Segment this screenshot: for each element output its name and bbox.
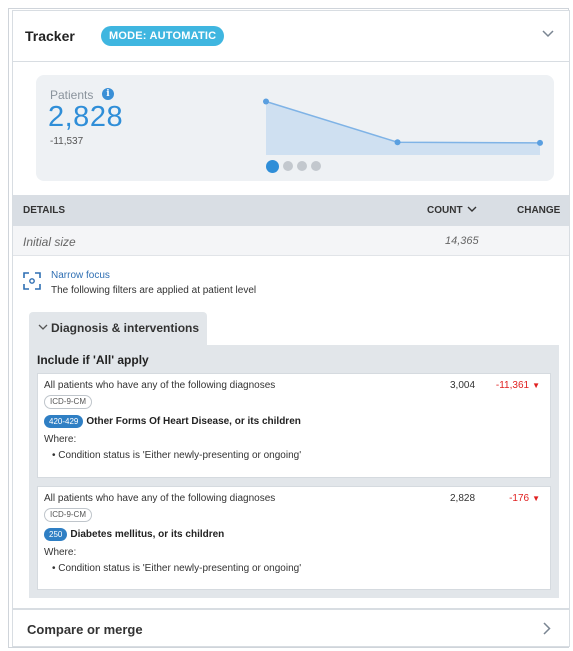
criterion-change: -11,361 ▼ <box>496 380 540 391</box>
chevron-down-icon <box>38 324 48 330</box>
diagnosis-code-line: 250 Diabetes mellitus, or its children <box>44 527 225 542</box>
tracker-title: Tracker <box>25 28 75 44</box>
chevron-down-icon <box>467 206 477 212</box>
initial-size-value: 14,365 <box>445 235 479 247</box>
chevron-right-icon <box>543 622 551 635</box>
compare-or-merge-row[interactable]: Compare or merge <box>12 609 570 647</box>
criterion-change-value: -176 <box>509 493 530 504</box>
initial-size-label: Initial size <box>23 235 76 249</box>
pager-dot[interactable] <box>266 160 279 173</box>
criterion-card[interactable]: All patients who have any of the followi… <box>37 373 551 478</box>
criterion-description: All patients who have any of the followi… <box>44 380 276 391</box>
group-header: Include if 'All' apply <box>37 353 149 367</box>
count-column-label: COUNT <box>427 205 463 216</box>
initial-size-row: Initial size 14,365 <box>13 226 569 256</box>
code-system-tag: ICD-9-CM <box>44 508 92 522</box>
condition-item: • Condition status is 'Either newly-pres… <box>52 450 302 461</box>
pager-dot[interactable] <box>297 161 307 171</box>
caret-down-icon: ▼ <box>532 381 540 390</box>
tab-diagnosis-interventions[interactable]: Diagnosis & interventions <box>29 312 207 345</box>
sparkline-point <box>394 139 401 146</box>
criterion-card[interactable]: All patients who have any of the followi… <box>37 486 551 590</box>
change-column-header: CHANGE <box>517 205 561 216</box>
criterion-description: All patients who have any of the followi… <box>44 493 276 504</box>
narrow-focus-title[interactable]: Narrow focus <box>51 270 110 281</box>
patients-label: Patients <box>50 88 94 102</box>
caret-down-icon: ▼ <box>532 494 540 503</box>
tracker-header[interactable]: Tracker MODE: AUTOMATIC <box>12 10 570 61</box>
pager-dot[interactable] <box>311 161 321 171</box>
sparkline-point <box>263 98 269 105</box>
info-icon[interactable]: i <box>102 88 114 100</box>
pager-dot[interactable] <box>283 161 293 171</box>
criteria-group: Include if 'All' apply All patients who … <box>29 345 559 598</box>
diagnosis-name: Other Forms Of Heart Disease, or its chi… <box>86 416 301 428</box>
diagnosis-code-pill: 420-429 <box>44 415 84 429</box>
tab-label: Diagnosis & interventions <box>51 321 200 335</box>
diagnosis-code-line: 420-429 Other Forms Of Heart Disease, or … <box>44 414 301 429</box>
details-column-header: DETAILS <box>23 205 66 216</box>
where-label: Where: <box>44 547 77 558</box>
narrow-focus-subtitle: The following filters are applied at pat… <box>51 285 257 296</box>
patients-stat-card: Patients i 2,828 -11,537 <box>36 75 554 181</box>
criterion-change-value: -11,361 <box>495 380 530 391</box>
criterion-change: -176 ▼ <box>509 493 540 504</box>
criterion-count: 3,004 <box>450 380 476 391</box>
diagnosis-name: Diabetes mellitus, or its children <box>70 529 225 541</box>
tracker-body: Patients i 2,828 -11,537 DETAILS COUNT C… <box>12 61 570 609</box>
condition-item: • Condition status is 'Either newly-pres… <box>52 563 302 574</box>
focus-icon <box>23 272 41 290</box>
mode-badge: MODE: AUTOMATIC <box>101 26 225 46</box>
chevron-down-icon[interactable] <box>541 29 555 39</box>
where-label: Where: <box>44 434 77 445</box>
patients-sparkline <box>263 98 543 155</box>
compare-or-merge-label: Compare or merge <box>27 622 143 637</box>
criterion-count: 2,828 <box>450 493 476 504</box>
code-system-tag: ICD-9-CM <box>44 395 92 409</box>
sparkline-area <box>266 101 540 155</box>
patients-count: 2,828 <box>48 101 124 133</box>
sparkline-point <box>537 139 543 146</box>
count-column-header[interactable]: COUNT <box>427 205 477 216</box>
card-pager <box>266 160 321 173</box>
diagnosis-code-pill: 250 <box>44 528 68 542</box>
details-header-row: DETAILS COUNT CHANGE <box>13 195 569 226</box>
patients-delta: -11,537 <box>50 136 84 147</box>
